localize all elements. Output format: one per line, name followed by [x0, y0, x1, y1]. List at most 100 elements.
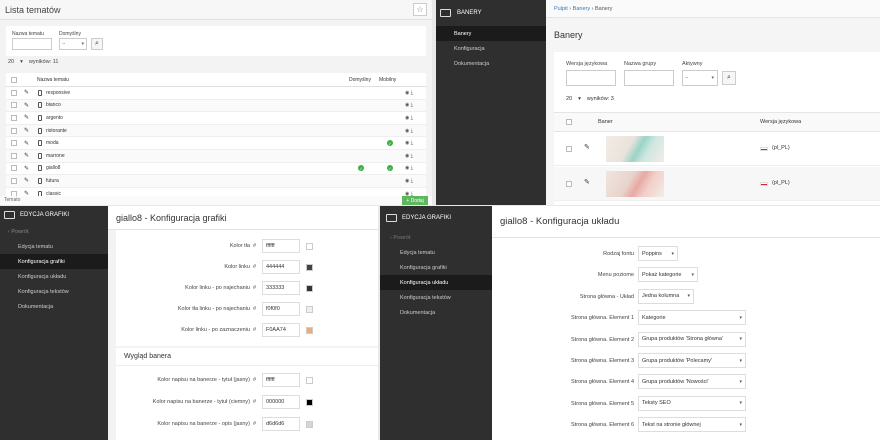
row-checkbox[interactable] [11, 102, 17, 109]
sidebar-item-konfiguracja-grafiki[interactable]: Konfiguracja grafiki [0, 254, 108, 269]
check-circle-icon: ✓ [387, 165, 393, 172]
filter-lang-input[interactable] [566, 70, 616, 86]
color-label: Kolor tła linku - po najechaniu [177, 306, 250, 312]
download-icon[interactable]: ⤓ [411, 128, 413, 134]
filter-group-input[interactable] [624, 70, 674, 86]
field-select[interactable]: Tekst na stronie głównej ▾ [638, 417, 746, 433]
field-select[interactable]: Poppins ▾ [638, 246, 678, 261]
color-hex-input[interactable]: d6d6d6 [262, 417, 300, 431]
download-icon[interactable]: ⤓ [411, 140, 413, 146]
row-checkbox[interactable] [566, 146, 572, 152]
sidebar-item-edycja-tematu[interactable]: Edycja tematu [380, 245, 492, 260]
color-hex-input[interactable]: 333333 [262, 281, 300, 295]
per-page-select[interactable]: 20 [566, 96, 572, 102]
color-field: Kolor linku - po najechaniu #333333 [116, 280, 378, 296]
preview-icon[interactable]: ◉ [405, 153, 409, 159]
color-hex-input[interactable]: f0f0f0 [262, 302, 300, 316]
per-page-select[interactable]: 20 [8, 59, 14, 65]
edit-icon[interactable]: ✎ [24, 127, 29, 134]
row-checkbox[interactable] [566, 181, 572, 187]
sidebar-item-konfiguracja-ukladu[interactable]: Konfiguracja układu [0, 269, 108, 284]
color-swatch[interactable] [306, 263, 313, 271]
sidebar-item-konfiguracja[interactable]: Konfiguracja [436, 41, 546, 56]
edit-icon[interactable]: ✎ [24, 102, 29, 109]
back-link[interactable]: ‹ Powrót [380, 230, 492, 245]
color-swatch[interactable] [306, 420, 313, 428]
brand-label: EDYCJA GRAFIKI [402, 215, 452, 221]
preview-icon[interactable]: ◉ [405, 115, 409, 121]
sidebar-item-konfiguracja-grafiki[interactable]: Konfiguracja grafiki [380, 260, 492, 275]
color-swatch[interactable] [306, 242, 313, 250]
field-select[interactable]: Teksty SEO ▾ [638, 395, 746, 411]
row-checkbox[interactable] [11, 140, 17, 147]
star-icon[interactable]: ☆ [413, 3, 427, 16]
select-all-checkbox[interactable] [11, 76, 17, 83]
row-checkbox[interactable] [11, 89, 17, 96]
preview-icon[interactable]: ◉ [405, 140, 409, 146]
back-link[interactable]: ‹ Powrót [0, 224, 108, 239]
preview-icon[interactable]: ◉ [405, 128, 409, 134]
sidebar-brand: EDYCJA GRAFIKI [0, 206, 108, 224]
field-select[interactable]: Pokaż kategorie ▾ [638, 267, 698, 283]
field-select[interactable]: Grupa produktów 'Strona główna' ▾ [638, 331, 746, 347]
row-checkbox[interactable] [11, 114, 17, 121]
breadcrumb-banery[interactable]: Banery [573, 6, 590, 12]
search-button[interactable]: ⌕ [722, 71, 736, 85]
field-select[interactable]: Grupa produktów 'Nowości' ▾ [638, 374, 746, 390]
download-icon[interactable]: ⤓ [411, 165, 413, 171]
color-swatch[interactable] [306, 284, 313, 292]
edit-icon[interactable]: ✎ [24, 114, 29, 121]
field-select[interactable]: Grupa produktów 'Polecamy' ▾ [638, 353, 746, 368]
color-swatch[interactable] [306, 398, 313, 406]
download-icon[interactable]: ⤓ [411, 90, 413, 96]
brand-label: EDYCJA GRAFIKI [20, 212, 70, 218]
sidebar-item-dokumentacja[interactable]: Dokumentacja [0, 299, 108, 314]
sidebar-item-dokumentacja[interactable]: Dokumentacja [436, 56, 546, 71]
hash-prefix: # [253, 264, 257, 270]
color-swatch[interactable] [306, 305, 313, 313]
color-field: Kolor linku - po zaznaczeniu # F0AA74 [116, 322, 378, 338]
filter-default-select[interactable]: -- ▾ [59, 38, 87, 50]
filter-name-input[interactable] [12, 38, 52, 50]
edit-icon[interactable]: ✎ [24, 89, 29, 96]
color-swatch[interactable] [306, 376, 313, 384]
download-icon[interactable]: ⤓ [411, 115, 413, 121]
add-theme-button[interactable]: + Dodaj [402, 196, 428, 205]
sidebar-item-konfiguracja-ukladu[interactable]: Konfiguracja układu [380, 275, 492, 290]
color-swatch[interactable] [306, 326, 313, 334]
select-all-checkbox[interactable] [566, 119, 572, 125]
edit-icon[interactable]: ✎ [24, 152, 29, 159]
color-hex-input[interactable]: ffffff [262, 373, 300, 387]
download-icon[interactable]: ⤓ [411, 153, 413, 159]
sidebar-item-banery[interactable]: Banery [436, 26, 546, 41]
row-checkbox[interactable] [11, 177, 17, 184]
filter-active-select[interactable]: -- ▾ [682, 70, 718, 86]
row-checkbox[interactable] [11, 165, 17, 172]
search-button[interactable]: ⌕ [91, 38, 103, 50]
download-icon[interactable]: ⤓ [411, 178, 413, 184]
edit-icon[interactable]: ✎ [584, 143, 590, 151]
download-icon[interactable]: ⤓ [411, 102, 413, 108]
table-row: ✎ bianco ◉ ⤓ [6, 99, 426, 113]
sidebar-item-dokumentacja[interactable]: Dokumentacja [380, 305, 492, 320]
preview-icon[interactable]: ◉ [405, 178, 409, 184]
row-checkbox[interactable] [11, 152, 17, 159]
color-hex-input[interactable]: 444444 [262, 260, 300, 274]
preview-icon[interactable]: ◉ [405, 90, 409, 96]
edit-icon[interactable]: ✎ [584, 178, 590, 186]
preview-icon[interactable]: ◉ [405, 102, 409, 108]
edit-icon[interactable]: ✎ [24, 177, 29, 184]
field-select[interactable]: Kategorie ▾ [638, 310, 746, 326]
color-hex-input[interactable]: ffffff [262, 239, 300, 253]
edit-icon[interactable]: ✎ [24, 165, 29, 172]
field-select[interactable]: Jedna kolumna ▾ [638, 288, 694, 304]
preview-icon[interactable]: ◉ [405, 165, 409, 171]
edit-icon[interactable]: ✎ [24, 140, 29, 147]
row-checkbox[interactable] [11, 127, 17, 134]
color-hex-input[interactable]: F0AA74 [262, 323, 300, 337]
sidebar-item-edycja-tematu[interactable]: Edycja tematu [0, 239, 108, 254]
sidebar-item-konfiguracja-tekstow[interactable]: Konfiguracja tekstów [380, 290, 492, 305]
sidebar-item-konfiguracja-tekstow[interactable]: Konfiguracja tekstów [0, 284, 108, 299]
color-hex-input[interactable]: 000000 [262, 395, 300, 409]
breadcrumb-pulpit[interactable]: Pulpit [554, 6, 568, 12]
